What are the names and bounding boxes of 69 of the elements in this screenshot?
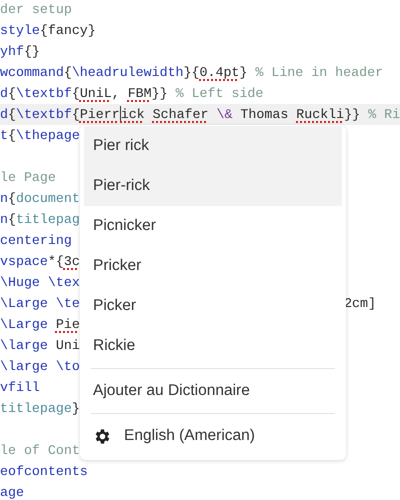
code-token: } <box>239 64 248 82</box>
code-token: { <box>8 211 16 229</box>
code-token: n <box>0 211 8 229</box>
code-token: { <box>8 106 16 124</box>
misspelled-word: ick <box>120 106 145 124</box>
code-token: , <box>112 85 121 103</box>
code-comment: le of Cont <box>0 442 80 460</box>
code-token: { <box>8 127 16 145</box>
code-token: centering <box>0 232 72 250</box>
code-token: titlepage <box>0 400 72 418</box>
suggestion-item[interactable]: Pier-rick <box>84 166 342 206</box>
code-token: \headrulewidth <box>72 64 184 82</box>
code-token: \Huge <box>0 274 40 292</box>
settings-icon <box>93 426 112 446</box>
code-token: d <box>0 85 8 103</box>
code-token: {} <box>24 43 40 61</box>
misspelled-word: 3c <box>64 253 80 271</box>
code-token: \large <box>0 337 48 355</box>
code-token: \& <box>215 106 232 124</box>
code-token: } <box>72 400 80 418</box>
code-token: style <box>0 22 40 40</box>
code-token: { <box>72 85 80 103</box>
code-token: }} <box>344 106 362 124</box>
misspelled-word: Pierr <box>80 106 120 124</box>
code-token: \Large <box>0 295 48 313</box>
code-token: { <box>8 190 16 208</box>
code-comment: le Page <box>0 169 56 187</box>
code-token: { <box>72 106 80 124</box>
misspelled-word: Schafer <box>152 106 208 124</box>
code-token: }} <box>152 85 169 103</box>
code-token: \textbf <box>16 106 72 124</box>
text-cursor <box>120 106 121 122</box>
code-token: vfill <box>0 379 40 397</box>
code-token: d <box>0 106 8 124</box>
code-token: age <box>0 484 24 500</box>
code-token: eofcontents <box>0 463 88 481</box>
code-comment: % Ri <box>368 106 400 124</box>
code-token: \large <box>0 358 48 376</box>
code-token: 2cm] <box>344 295 376 313</box>
code-token: { <box>64 64 72 82</box>
language-label: English (American) <box>124 427 255 445</box>
code-token: \Large <box>0 316 48 334</box>
code-token: *{ <box>48 253 64 271</box>
misspelled-word: UniL <box>80 85 112 103</box>
code-token: \te <box>54 295 80 313</box>
code-token: \thepage <box>16 127 80 145</box>
code-token: t <box>0 127 8 145</box>
code-token: {fancy} <box>40 22 96 40</box>
code-token: vspace <box>0 253 48 271</box>
code-token: \textbf <box>16 85 72 103</box>
code-comment: % Left side <box>176 85 264 103</box>
code-token: }{ <box>184 64 200 82</box>
code-token: titlepag <box>16 211 80 229</box>
code-comment: % Line in header <box>255 64 384 82</box>
code-token: document <box>16 190 80 208</box>
misspelled-word: Ruckli <box>296 106 344 124</box>
misspelled-word: 0.4pt <box>200 64 240 82</box>
code-token: \to <box>54 358 80 376</box>
suggestion-item[interactable]: Pier rick <box>84 126 342 166</box>
misspelled-word: Pie <box>54 316 80 334</box>
code-token: yhf <box>0 43 24 61</box>
code-token: Uni <box>54 337 80 355</box>
code-token: Thomas <box>239 106 290 124</box>
misspelled-word: FBM <box>128 85 152 103</box>
code-token: \tex <box>46 274 80 292</box>
code-token: n <box>0 190 8 208</box>
code-comment: der setup <box>0 1 72 19</box>
code-token: wcommand <box>0 64 64 82</box>
code-token: { <box>8 85 16 103</box>
